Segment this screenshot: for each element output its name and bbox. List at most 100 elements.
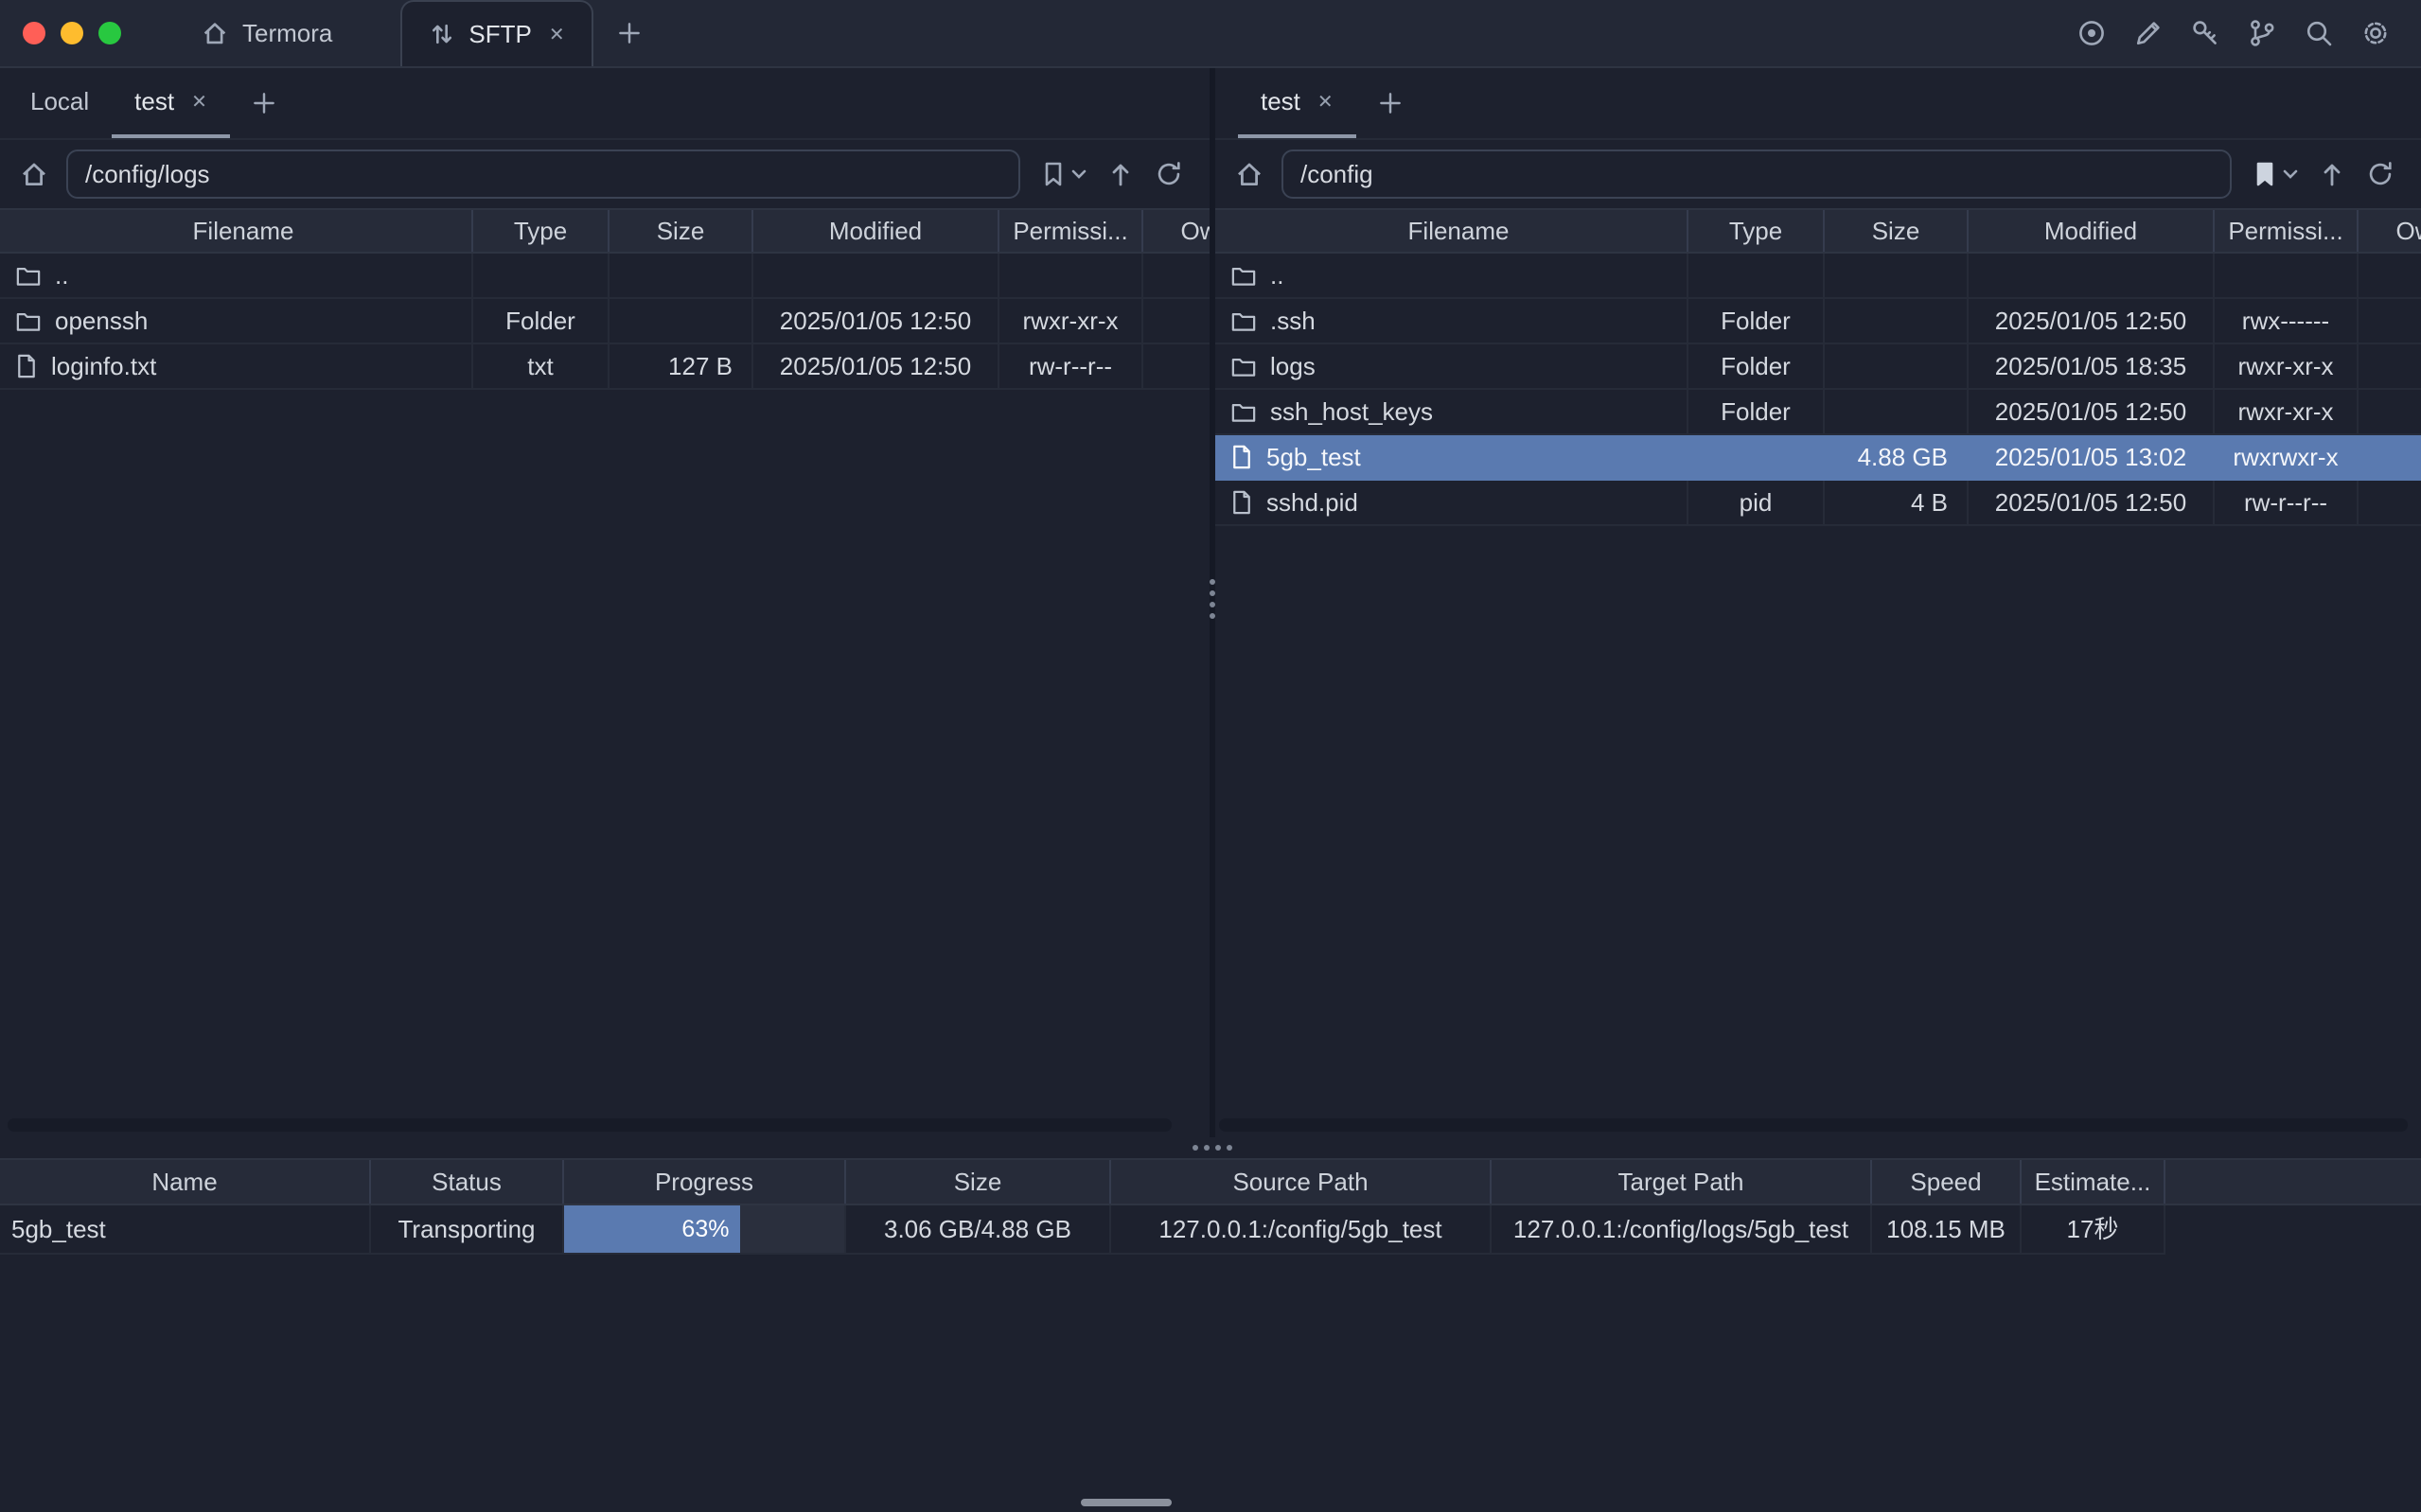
column-header-target-path[interactable]: Target Path: [1492, 1160, 1872, 1204]
column-header-size[interactable]: Size: [610, 210, 753, 252]
folder-icon: [1230, 264, 1257, 287]
key-icon[interactable]: [2190, 18, 2220, 48]
column-header-owner[interactable]: Ow: [1143, 210, 1210, 252]
modified-cell: 2025/01/05 13:02: [1969, 435, 2215, 481]
folder-icon: [1230, 309, 1257, 332]
owner-cell: [2359, 435, 2421, 481]
refresh-icon[interactable]: [1155, 160, 1183, 188]
filename: logs: [1270, 344, 1316, 388]
column-header-owner[interactable]: Ow: [2359, 210, 2421, 252]
column-header-permissions[interactable]: Permissi...: [2215, 210, 2359, 252]
new-tab-button[interactable]: [593, 0, 665, 66]
filename: ..: [1270, 254, 1283, 297]
close-tab-icon[interactable]: ✕: [191, 90, 207, 114]
refresh-icon[interactable]: [2366, 160, 2394, 188]
column-header-source-path[interactable]: Source Path: [1111, 1160, 1492, 1204]
column-header-type[interactable]: Type: [1688, 210, 1825, 252]
tab-local-label: Local: [30, 87, 89, 116]
plus-icon: [616, 20, 643, 46]
close-tab-icon[interactable]: ✕: [1317, 90, 1334, 114]
transfer-status: Transporting: [371, 1205, 564, 1255]
modified-cell: 2025/01/05 12:50: [753, 344, 999, 390]
table-row[interactable]: ssh_host_keys Folder 2025/01/05 12:50 rw…: [1215, 390, 2421, 435]
left-path-bar: [0, 140, 1210, 208]
column-header-modified[interactable]: Modified: [1969, 210, 2215, 252]
splitter-grip[interactable]: [1193, 1145, 1232, 1151]
column-header-filename[interactable]: Filename: [0, 210, 473, 252]
table-row[interactable]: .ssh Folder 2025/01/05 12:50 rwx------: [1215, 299, 2421, 344]
size-cell: [1825, 299, 1969, 344]
search-icon[interactable]: [2304, 18, 2334, 48]
column-header-modified[interactable]: Modified: [753, 210, 999, 252]
edit-icon[interactable]: [2133, 18, 2164, 48]
modified-cell: [1969, 254, 2215, 299]
transfer-progress: 63%: [564, 1205, 846, 1255]
column-header-progress[interactable]: Progress: [564, 1160, 846, 1204]
table-row[interactable]: sshd.pid pid 4 B 2025/01/05 12:50 rw-r--…: [1215, 481, 2421, 526]
zoom-window-button[interactable]: [98, 22, 121, 44]
permissions-cell: [999, 254, 1143, 299]
progress-label: 63%: [681, 1205, 729, 1253]
table-row-selected[interactable]: 5gb_test 4.88 GB 2025/01/05 13:02 rwxrwx…: [1215, 435, 2421, 481]
table-row[interactable]: logs Folder 2025/01/05 18:35 rwxr-xr-x: [1215, 344, 2421, 390]
file-icon: [1230, 444, 1253, 470]
column-header-permissions[interactable]: Permissi...: [999, 210, 1143, 252]
modified-cell: 2025/01/05 12:50: [753, 299, 999, 344]
horizontal-scrollbar[interactable]: [8, 1118, 1172, 1132]
type-cell: txt: [473, 344, 610, 390]
git-branch-icon[interactable]: [2247, 18, 2277, 48]
home-icon[interactable]: [1234, 159, 1264, 189]
folder-icon: [15, 264, 42, 287]
transfer-row[interactable]: 5gb_test Transporting 63% 3.06 GB/4.88 G…: [0, 1205, 2421, 1255]
column-header-speed[interactable]: Speed: [1872, 1160, 2022, 1204]
column-header-size[interactable]: Size: [846, 1160, 1111, 1204]
filename: sshd.pid: [1266, 481, 1358, 524]
tab-termora-label: Termora: [242, 19, 332, 48]
close-window-button[interactable]: [23, 22, 45, 44]
column-header-status[interactable]: Status: [371, 1160, 564, 1204]
left-path-input[interactable]: [66, 149, 1020, 199]
tab-local[interactable]: Local: [8, 68, 112, 138]
left-file-pane: Local test ✕: [0, 68, 1210, 1137]
tab-sftp[interactable]: SFTP ✕: [400, 0, 592, 66]
table-row[interactable]: ..: [0, 254, 1210, 299]
chevron-down-icon: [1071, 167, 1087, 181]
bookmark-dropdown[interactable]: [2253, 161, 2298, 187]
right-new-tab-button[interactable]: [1356, 68, 1424, 138]
bookmark-dropdown[interactable]: [1041, 161, 1087, 187]
horizontal-scrollbar[interactable]: [1219, 1118, 2408, 1132]
column-header-size[interactable]: Size: [1825, 210, 1969, 252]
transfer-target-path: 127.0.0.1:/config/logs/5gb_test: [1492, 1205, 1872, 1255]
right-table-header: Filename Type Size Modified Permissi... …: [1215, 208, 2421, 254]
minimize-window-button[interactable]: [61, 22, 83, 44]
home-icon[interactable]: [19, 159, 49, 189]
table-row[interactable]: openssh Folder 2025/01/05 12:50 rwxr-xr-…: [0, 299, 1210, 344]
filename: 5gb_test: [1266, 435, 1361, 479]
column-header-type[interactable]: Type: [473, 210, 610, 252]
table-row[interactable]: ..: [1215, 254, 2421, 299]
settings-gear-icon[interactable]: [2360, 18, 2391, 48]
left-new-tab-button[interactable]: [230, 68, 298, 138]
horizontal-scrollbar-thumb[interactable]: [1081, 1499, 1172, 1506]
tab-test-left[interactable]: test ✕: [112, 68, 230, 138]
close-tab-icon[interactable]: ✕: [549, 23, 565, 46]
owner-cell: [2359, 254, 2421, 299]
parent-directory-icon[interactable]: [1107, 161, 1134, 187]
table-row[interactable]: loginfo.txt txt 127 B 2025/01/05 12:50 r…: [0, 344, 1210, 390]
size-cell: 4 B: [1825, 481, 1969, 526]
parent-directory-icon[interactable]: [2319, 161, 2345, 187]
type-cell: Folder: [473, 299, 610, 344]
tab-termora[interactable]: Termora: [174, 0, 359, 66]
column-header-name[interactable]: Name: [0, 1160, 371, 1204]
record-icon[interactable]: [2076, 18, 2107, 48]
size-cell: 127 B: [610, 344, 753, 390]
type-cell: [473, 254, 610, 299]
transfer-source-path: 127.0.0.1:/config/5gb_test: [1111, 1205, 1492, 1255]
column-header-filename[interactable]: Filename: [1215, 210, 1688, 252]
owner-cell: [1143, 254, 1210, 299]
right-path-bar: [1215, 140, 2421, 208]
tab-test-right[interactable]: test ✕: [1238, 68, 1356, 138]
horizontal-splitter[interactable]: [0, 1137, 2421, 1158]
column-header-estimate[interactable]: Estimate...: [2022, 1160, 2165, 1204]
right-path-input[interactable]: [1281, 149, 2232, 199]
